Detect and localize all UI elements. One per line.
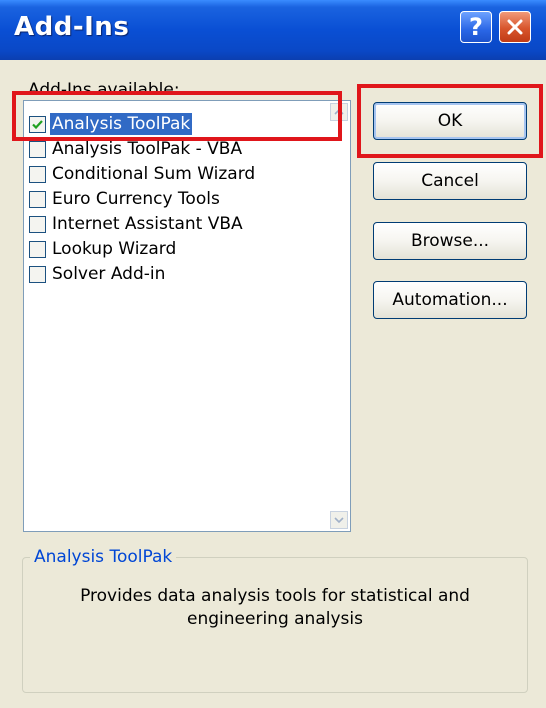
checkbox-solver-add-in[interactable] (29, 265, 46, 283)
checkbox-analysis-toolpak-vba[interactable] (29, 140, 46, 158)
list-item-label: Lookup Wizard (52, 239, 177, 259)
checkbox-lookup-wizard[interactable] (29, 240, 46, 258)
list-item-lookup-wizard[interactable]: Lookup Wizard (29, 237, 178, 261)
list-item-solver-add-in[interactable]: Solver Add-in (29, 262, 167, 286)
list-item-label: Conditional Sum Wizard (52, 164, 256, 184)
list-item-conditional-sum-wizard[interactable]: Conditional Sum Wizard (29, 162, 257, 186)
checkbox-internet-assistant-vba[interactable] (29, 215, 46, 233)
ok-button[interactable]: OK (373, 102, 527, 140)
list-item-euro-currency-tools[interactable]: Euro Currency Tools (29, 187, 222, 211)
list-item-label: Analysis ToolPak - VBA (52, 139, 243, 159)
description-heading: Analysis ToolPak (30, 546, 177, 568)
add-ins-dialog: Add-Ins ? Add-Ins available: Analysis To… (0, 0, 546, 708)
addins-listbox[interactable]: Analysis ToolPak Analysis ToolPak - VBA … (23, 100, 351, 532)
annotation-highlight-analysis-toolpak (12, 91, 342, 141)
help-icon: ? (469, 13, 483, 41)
automation-button[interactable]: Automation... (373, 281, 527, 319)
browse-button[interactable]: Browse... (373, 222, 527, 260)
close-icon (507, 19, 523, 35)
list-item-label: Internet Assistant VBA (52, 214, 243, 234)
title-bar[interactable]: Add-Ins ? (0, 0, 546, 60)
close-button[interactable] (499, 11, 531, 43)
dialog-title: Add-Ins (14, 12, 130, 42)
cancel-button[interactable]: Cancel (373, 162, 527, 200)
list-item-label: Euro Currency Tools (52, 189, 220, 209)
description-text: Provides data analysis tools for statist… (80, 586, 470, 629)
list-item-internet-assistant-vba[interactable]: Internet Assistant VBA (29, 212, 245, 236)
vertical-scrollbar[interactable] (328, 101, 350, 531)
checkbox-euro-currency-tools[interactable] (29, 190, 46, 208)
scroll-down-button[interactable] (330, 511, 348, 529)
help-button[interactable]: ? (460, 11, 492, 43)
checkbox-conditional-sum-wizard[interactable] (29, 165, 46, 183)
scroll-down-icon (334, 517, 344, 524)
list-item-label: Solver Add-in (52, 264, 166, 284)
